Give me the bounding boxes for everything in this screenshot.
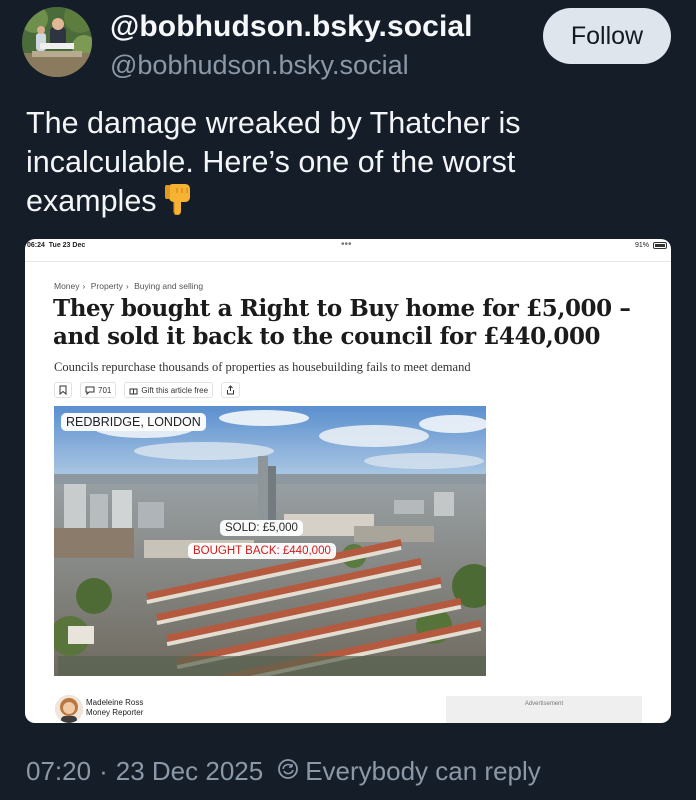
reply-setting-text[interactable]: Everybody can reply [305, 756, 541, 787]
photo-location-label: REDBRIDGE, LONDON [61, 413, 206, 431]
reporter-avatar [55, 695, 83, 723]
headline-line: They bought a Right to Buy home for £5,0… [53, 295, 631, 322]
status-bar: 06:24 Tue 23 Dec ••• 91% [25, 239, 671, 253]
comment-icon [85, 386, 95, 395]
battery-icon [653, 242, 667, 249]
comments-button: 701 [80, 382, 117, 398]
breadcrumb-item: Money [54, 281, 80, 291]
separator: · [99, 755, 108, 786]
article-standfirst: Councils repurchase thousands of propert… [54, 360, 471, 374]
breadcrumb: Money › Property › Buying and selling [54, 281, 204, 291]
embedded-image[interactable]: 06:24 Tue 23 Dec ••• 91% Money › Property… [25, 239, 671, 723]
post-time: 07:20 [26, 755, 92, 786]
post-text: The damage wreaked by Thatcher is incalc… [26, 104, 666, 225]
author-display-name[interactable]: @bobhudson.bsky.social [110, 10, 473, 44]
post-text-line: The damage wreaked by Thatcher is [26, 106, 521, 140]
advertisement-label: Advertisement [524, 701, 564, 707]
post-text-line: incalculable. Here’s one of the worst [26, 145, 516, 179]
follow-button[interactable]: Follow [543, 8, 671, 64]
post-footer: 07:20 · 23 Dec 2025 Everybody can reply [26, 756, 541, 786]
reply-settings-icon[interactable] [277, 756, 299, 787]
advertisement-slot: Advertisement [446, 696, 642, 723]
comments-count: 701 [98, 385, 112, 395]
author-handle[interactable]: @bobhudson.bsky.social [110, 50, 409, 81]
headline-line: and sold it back to the council for £440… [53, 323, 601, 350]
battery-percent: 91% [634, 242, 649, 249]
point-down-icon [163, 183, 193, 225]
gift-label: Gift this article free [141, 385, 209, 395]
share-button [221, 382, 241, 398]
post: @bobhudson.bsky.social @bobhudson.bsky.s… [0, 0, 696, 800]
bookmark-icon [59, 385, 67, 395]
photo-bought-back-label: BOUGHT BACK: £440,000 [188, 543, 336, 559]
divider [25, 261, 671, 262]
article-toolbar: 701 Gift this article free [54, 382, 241, 398]
bookmark-button [54, 382, 72, 398]
author-avatar[interactable] [22, 7, 92, 77]
share-icon [227, 385, 235, 395]
gift-article-button: Gift this article free [124, 382, 214, 398]
post-date: 23 Dec 2025 [115, 755, 264, 786]
article-photo: REDBRIDGE, LONDON SOLD: £5,000 BOUGHT BA… [54, 406, 486, 676]
breadcrumb-item: Property [90, 281, 123, 291]
article-headline: They bought a Right to Buy home for £5,0… [53, 295, 653, 351]
post-text-line: examples [26, 182, 666, 225]
reporter-role: Money Reporter [86, 708, 144, 717]
gift-icon [129, 388, 138, 394]
status-time: 06:24 Tue 23 Dec [27, 242, 86, 249]
photo-sold-label: SOLD: £5,000 [220, 520, 303, 536]
post-text-line-text: examples [26, 184, 157, 218]
status-dots: ••• [341, 239, 352, 250]
breadcrumb-item: Buying and selling [134, 281, 204, 291]
reporter-name: Madeleine Ross [86, 698, 144, 707]
